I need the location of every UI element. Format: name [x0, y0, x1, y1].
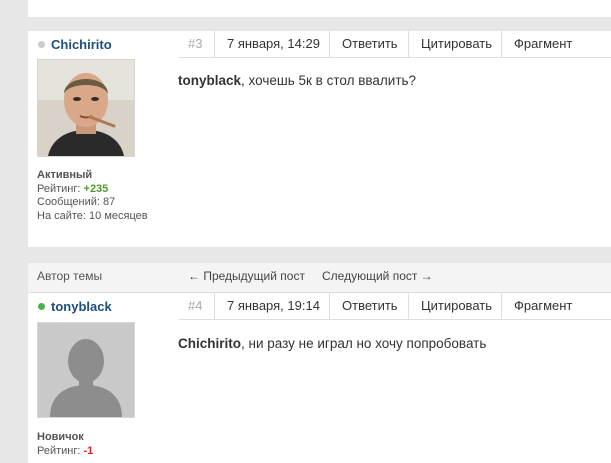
message-text: , ни разу не играл но хочу попробовать: [241, 336, 487, 351]
onsite-value: 10 месяцев: [89, 209, 148, 222]
avatar[interactable]: [37, 59, 135, 157]
reply-button[interactable]: Ответить: [329, 31, 410, 57]
online-status-dot: [38, 303, 45, 310]
messages-label: Сообщений:: [37, 196, 100, 208]
post-number[interactable]: #4: [179, 293, 202, 319]
post-date: 7 января, 19:14: [214, 293, 332, 319]
rating-line: Рейтинг: +235: [37, 183, 148, 197]
fragment-button[interactable]: Фрагмент: [501, 31, 584, 57]
offline-status-dot: [38, 41, 45, 48]
post-date: 7 января, 14:29: [214, 31, 332, 57]
mentioned-user[interactable]: Chichirito: [178, 336, 241, 351]
avatar-photo: [38, 60, 134, 156]
author-info: Новичок Рейтинг: -1: [37, 431, 93, 458]
rating-value: -1: [83, 444, 94, 457]
quote-button[interactable]: Цитировать: [408, 31, 504, 57]
post-4: tonyblack #4 7 января, 19:14 Ответить Ци…: [28, 293, 611, 463]
previous-post-bottom: [28, 0, 611, 17]
onsite-line: На сайте: 10 месяцев: [37, 210, 148, 224]
topic-author-label: Автор темы: [37, 269, 103, 283]
message-text: , хочешь 5к в стол ввалить?: [241, 73, 417, 88]
messages-value: 87: [103, 196, 116, 208]
rating-value: +235: [83, 182, 109, 195]
previous-post-link[interactable]: ← Предыдущий пост: [188, 263, 305, 289]
avatar[interactable]: [37, 322, 135, 418]
fragment-button[interactable]: Фрагмент: [501, 293, 584, 319]
user-status: Активный: [37, 169, 93, 181]
onsite-label: На сайте:: [37, 209, 86, 222]
author-name[interactable]: tonyblack: [51, 299, 112, 314]
post-3: Chichirito #3 7 января, 14:29 Ответить Ц…: [28, 31, 611, 247]
reply-button[interactable]: Ответить: [329, 293, 410, 319]
post-toolbar: #4 7 января, 19:14 Ответить Цитировать Ф…: [179, 293, 611, 320]
post-number[interactable]: #3: [179, 31, 202, 57]
post-toolbar: #3 7 января, 14:29 Ответить Цитировать Ф…: [179, 31, 611, 58]
author-name[interactable]: Chichirito: [51, 37, 112, 52]
post-author[interactable]: tonyblack: [38, 299, 112, 314]
post-message: tonyblack, хочешь 5к в стол ввалить?: [178, 73, 416, 88]
post-message: Chichirito, ни разу не играл но хочу поп…: [178, 336, 486, 351]
post-author[interactable]: Chichirito: [38, 37, 112, 52]
user-status: Новичок: [37, 431, 84, 443]
messages-line: Сообщений: 87: [37, 196, 148, 210]
mentioned-user[interactable]: tonyblack: [178, 73, 241, 88]
rating-label: Рейтинг:: [37, 182, 81, 195]
default-avatar-icon: [38, 323, 134, 417]
author-info: Активный Рейтинг: +235 Сообщений: 87 На …: [37, 169, 148, 223]
post-navigation-bar: Автор темы ← Предыдущий пост Следующий п…: [28, 263, 611, 293]
rating-label: Рейтинг:: [37, 444, 81, 457]
rating-line: Рейтинг: -1: [37, 445, 93, 459]
next-post-link[interactable]: Следующий пост →: [322, 263, 433, 289]
quote-button[interactable]: Цитировать: [408, 293, 504, 319]
